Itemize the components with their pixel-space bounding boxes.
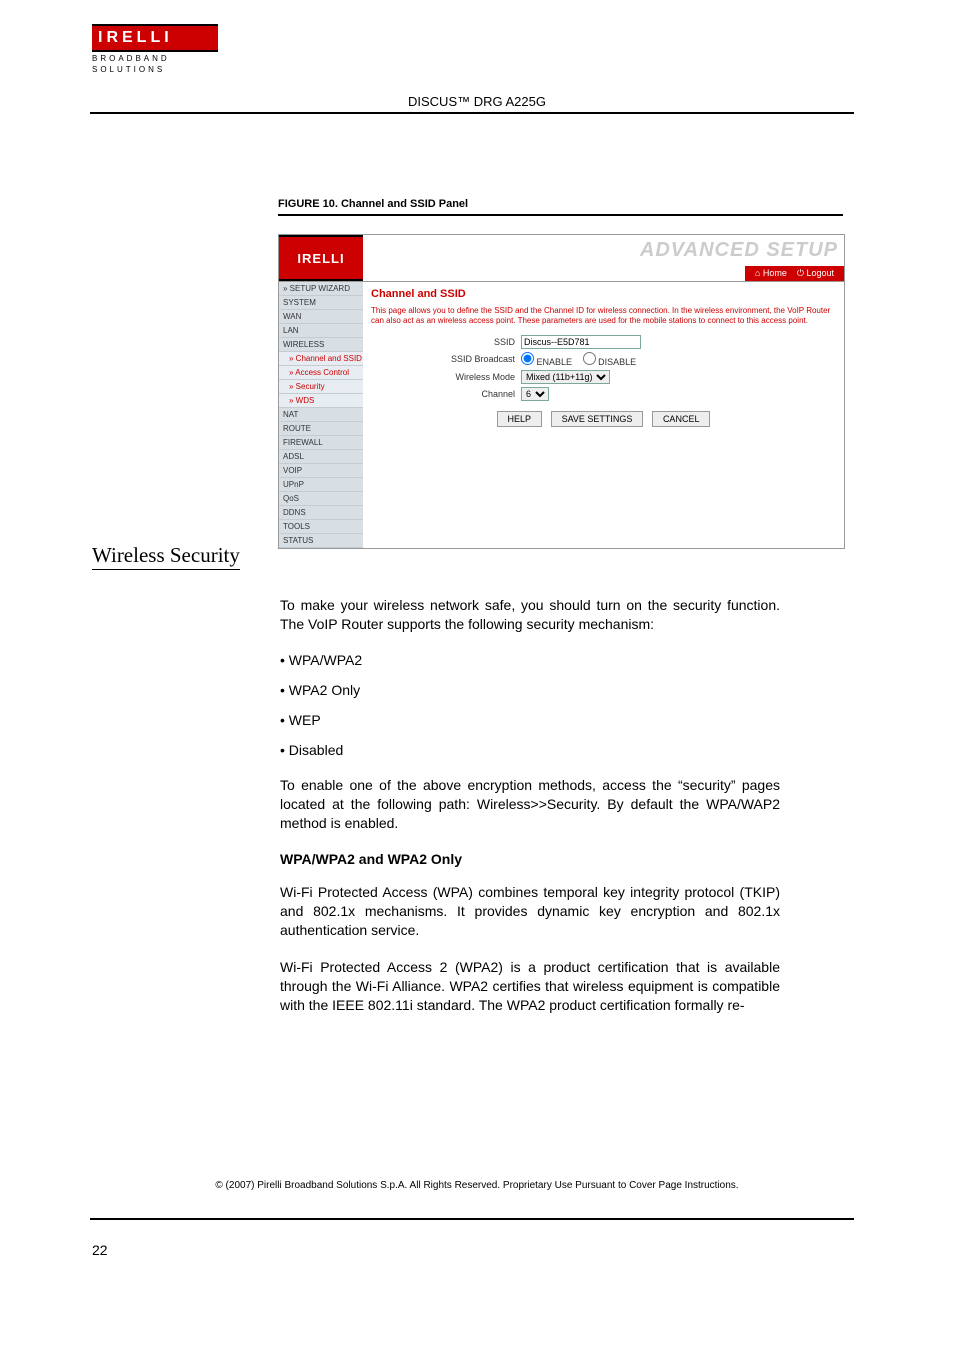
sidebar-item-wireless[interactable]: WIRELESS xyxy=(279,338,363,352)
broadcast-enable-text: ENABLE xyxy=(537,357,573,367)
page-number: 22 xyxy=(92,1242,108,1258)
wpa-paragraph: Wi-Fi Protected Access (WPA) combines te… xyxy=(280,883,780,940)
footer-rule xyxy=(90,1218,854,1220)
vendor-logo-text: IRELLI xyxy=(92,24,218,52)
sidebar-item-route[interactable]: ROUTE xyxy=(279,422,363,436)
content-title: Channel and SSID xyxy=(371,288,836,300)
sidebar-item-channel-ssid[interactable]: » Channel and SSID xyxy=(279,352,363,366)
header-rule xyxy=(90,112,854,114)
panel-topnav: ⌂ Home ⏻ Logout xyxy=(745,266,844,281)
sidebar-item-voip[interactable]: VOIP xyxy=(279,464,363,478)
sidebar-item-wan[interactable]: WAN xyxy=(279,310,363,324)
sidebar-item-status[interactable]: STATUS xyxy=(279,534,363,548)
panel-mode-title: ADVANCED SETUP xyxy=(640,239,838,262)
logout-icon[interactable]: ⏻ Logout xyxy=(797,268,834,279)
sidebar-item-wds[interactable]: » WDS xyxy=(279,394,363,408)
wpa2-paragraph: Wi-Fi Protected Access 2 (WPA2) is a pro… xyxy=(280,958,780,1015)
sidebar-item-setup-wizard[interactable]: » SETUP WIZARD xyxy=(279,282,363,296)
broadcast-disable-radio[interactable] xyxy=(583,352,596,365)
figure-number: FIGURE 10. xyxy=(278,198,338,210)
broadcast-disable-option[interactable]: DISABLE xyxy=(583,357,637,367)
section-heading: Wireless Security xyxy=(92,543,240,570)
sidebar-item-access-control[interactable]: » Access Control xyxy=(279,366,363,380)
footer-copyright: © (2007) Pirelli Broadband Solutions S.p… xyxy=(0,1180,954,1191)
broadcast-enable-option[interactable]: ENABLE xyxy=(521,357,572,367)
sidebar-item-firewall[interactable]: FIREWALL xyxy=(279,436,363,450)
cancel-button[interactable]: CANCEL xyxy=(652,411,711,427)
panel-brand-logo: IRELLI xyxy=(279,235,363,281)
channel-label: Channel xyxy=(371,389,521,399)
broadcast-label: SSID Broadcast xyxy=(371,354,521,364)
wpa-subheading: WPA/WPA2 and WPA2 Only xyxy=(280,850,780,869)
intro-paragraph: To make your wireless network safe, you … xyxy=(280,596,780,634)
panel-sidebar: » SETUP WIZARD SYSTEM WAN LAN WIRELESS »… xyxy=(279,282,363,548)
help-button[interactable]: HELP xyxy=(497,411,543,427)
mode-label: Wireless Mode xyxy=(371,372,521,382)
broadcast-disable-text: DISABLE xyxy=(598,357,636,367)
panel-content: Channel and SSID This page allows you to… xyxy=(363,282,844,548)
figure-underline xyxy=(278,214,843,216)
figure-caption: FIGURE 10. Channel and SSID Panel xyxy=(278,198,468,210)
channel-select[interactable]: 6 xyxy=(521,387,549,401)
enable-paragraph: To enable one of the above encryption me… xyxy=(280,776,780,833)
list-item-wep: WEP xyxy=(280,712,780,728)
mode-select[interactable]: Mixed (11b+11g) xyxy=(521,370,610,384)
vendor-logo: IRELLI BROADBAND SOLUTIONS xyxy=(92,24,218,74)
sidebar-item-ddns[interactable]: DDNS xyxy=(279,506,363,520)
sidebar-item-lan[interactable]: LAN xyxy=(279,324,363,338)
save-settings-button[interactable]: SAVE SETTINGS xyxy=(551,411,644,427)
security-modes-list: WPA/WPA2 WPA2 Only WEP Disabled xyxy=(280,652,780,758)
sidebar-item-system[interactable]: SYSTEM xyxy=(279,296,363,310)
router-admin-panel: IRELLI ADVANCED SETUP ⌂ Home ⏻ Logout » … xyxy=(278,234,845,549)
home-link[interactable]: Home xyxy=(763,268,787,278)
list-item-wpa-wpa2: WPA/WPA2 xyxy=(280,652,780,668)
sidebar-item-security[interactable]: » Security xyxy=(279,380,363,394)
list-item-wpa2-only: WPA2 Only xyxy=(280,682,780,698)
logout-link[interactable]: Logout xyxy=(806,268,834,278)
home-icon[interactable]: ⌂ Home xyxy=(755,268,787,279)
body-text: To make your wireless network safe, you … xyxy=(280,596,780,1033)
vendor-logo-sub2: SOLUTIONS xyxy=(92,63,218,74)
content-description: This page allows you to define the SSID … xyxy=(371,306,836,327)
sidebar-item-upnp[interactable]: UPnP xyxy=(279,478,363,492)
ssid-label: SSID xyxy=(371,337,521,347)
product-title: DISCUS™ DRG A225G xyxy=(0,94,954,109)
vendor-logo-sub1: BROADBAND xyxy=(92,52,218,63)
figure-title: Channel and SSID Panel xyxy=(341,198,468,210)
sidebar-item-adsl[interactable]: ADSL xyxy=(279,450,363,464)
list-item-disabled: Disabled xyxy=(280,742,780,758)
ssid-input[interactable] xyxy=(521,335,641,349)
broadcast-enable-radio[interactable] xyxy=(521,352,534,365)
sidebar-item-qos[interactable]: QoS xyxy=(279,492,363,506)
sidebar-item-nat[interactable]: NAT xyxy=(279,408,363,422)
sidebar-item-tools[interactable]: TOOLS xyxy=(279,520,363,534)
